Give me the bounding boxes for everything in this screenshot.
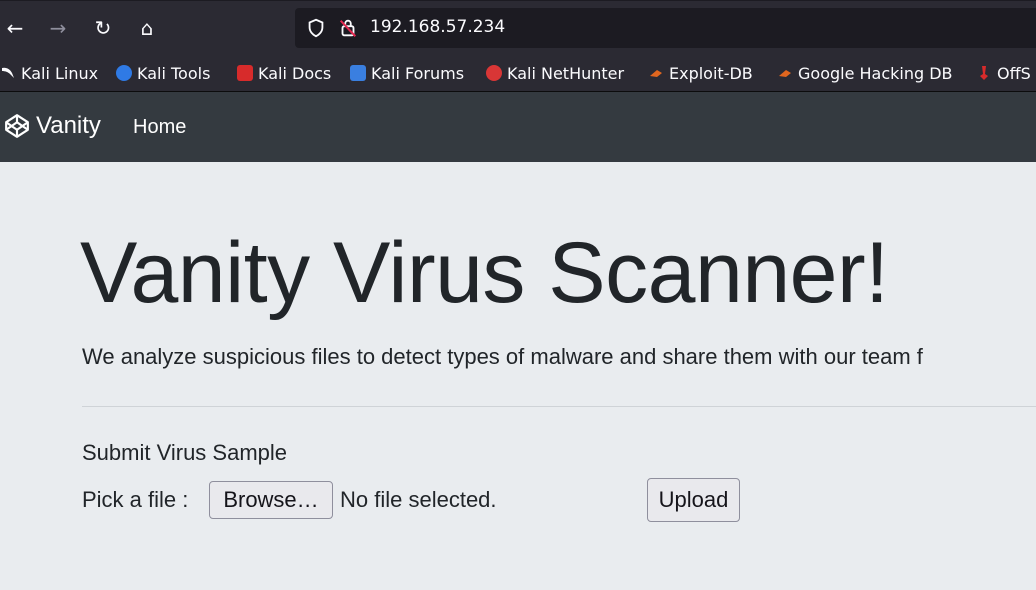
kali-forums-icon [350,65,366,81]
home-icon: ⌂ [140,16,154,40]
offsec-icon [976,65,992,81]
bookmark-offsec[interactable]: OffS [976,62,1031,84]
bookmark-label: Exploit-DB [669,63,753,83]
nethunter-icon [486,65,502,81]
arrow-left-icon: ← [6,16,24,40]
shield-icon[interactable] [305,17,327,39]
kali-tools-icon [116,65,132,81]
bookmark-kali-nethunter[interactable]: Kali NetHunter [486,62,624,84]
bookmark-label: Kali NetHunter [507,63,625,83]
reload-button[interactable]: ↻ [88,13,118,43]
bookmark-kali-docs[interactable]: Kali Docs [237,62,331,84]
bookmark-kali-forums[interactable]: Kali Forums [350,62,464,84]
bookmarks-bar: Kali Linux Kali Tools Kali Docs Kali For… [0,54,1036,92]
divider [82,406,1036,407]
upload-button[interactable]: Upload [647,478,740,522]
bookmark-google-hacking-db[interactable]: Google Hacking DB [777,62,953,84]
forward-button[interactable]: → [43,13,73,43]
codepen-cube-icon [5,114,29,138]
browser-toolbar: ← → ↻ ⌂ 192.168.57.234 [0,0,1036,54]
form-title: Submit Virus Sample [82,440,288,465]
brand-name: Vanity [36,112,101,139]
file-status-text: No file selected. [340,487,497,512]
url-text[interactable]: 192.168.57.234 [370,17,505,37]
exploit-db-icon [648,65,664,81]
home-button[interactable]: ⌂ [132,13,162,43]
file-input-label: Pick a file : [82,487,189,512]
insecure-lock-icon[interactable] [337,17,359,39]
site-navbar: Vanity Home [0,92,1036,162]
reload-icon: ↻ [94,16,112,40]
bookmark-label: Kali Tools [137,63,211,83]
bookmark-exploit-db[interactable]: Exploit-DB [648,62,753,84]
kali-docs-icon [237,65,253,81]
ghdb-icon [777,65,793,81]
bookmark-label: Kali Forums [371,63,465,83]
bookmark-kali-linux[interactable]: Kali Linux [0,62,98,84]
arrow-right-icon: → [49,16,67,40]
nav-link-home[interactable]: Home [133,116,186,139]
url-bar[interactable]: 192.168.57.234 [295,8,1036,48]
bookmark-label: Google Hacking DB [798,63,953,83]
navbar-brand[interactable]: Vanity [4,112,101,140]
browse-button[interactable]: Browse… [209,481,333,519]
kali-dragon-icon [0,65,16,81]
back-button[interactable]: ← [0,13,30,43]
bookmark-label: OffS [997,63,1031,83]
bookmark-label: Kali Linux [21,63,99,83]
bookmark-kali-tools[interactable]: Kali Tools [116,62,210,84]
bookmark-label: Kali Docs [258,63,332,83]
lead-text: We analyze suspicious files to detect ty… [82,344,923,369]
page-title: Vanity Virus Scanner! [80,225,889,321]
